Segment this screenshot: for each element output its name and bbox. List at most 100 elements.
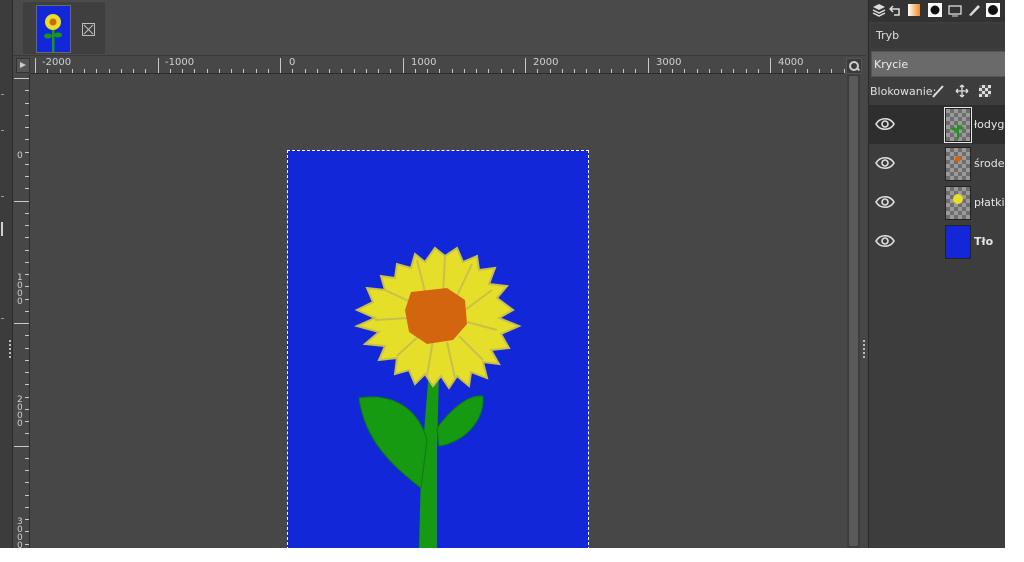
ruler-tick bbox=[25, 507, 29, 508]
mode-select[interactable]: Tryb bbox=[871, 24, 1005, 48]
ruler-tick bbox=[390, 69, 391, 73]
canvas-area[interactable] bbox=[30, 74, 845, 548]
ruler-tick bbox=[109, 69, 110, 73]
ruler-tick bbox=[25, 544, 29, 545]
eye-icon[interactable] bbox=[875, 155, 895, 171]
zoom-icon[interactable] bbox=[846, 58, 862, 74]
ruler-tick bbox=[25, 335, 29, 336]
image-tab-bar bbox=[13, 0, 866, 56]
ruler-tick bbox=[611, 69, 612, 73]
ruler-tick bbox=[807, 69, 808, 73]
quick-mask-toggle[interactable] bbox=[16, 58, 30, 73]
ruler-tick bbox=[47, 69, 48, 73]
ruler-tick bbox=[25, 482, 29, 483]
ruler-label: 1000 bbox=[411, 57, 437, 68]
ruler-tick bbox=[243, 69, 244, 73]
ruler-label: 3000 bbox=[17, 517, 23, 549]
ruler-tick bbox=[819, 69, 820, 73]
layer-row-center[interactable]: środek bbox=[869, 144, 1005, 183]
scrollbar-thumb[interactable] bbox=[849, 76, 858, 546]
layer-thumbnail bbox=[945, 225, 971, 259]
ruler-tick bbox=[378, 69, 379, 73]
layer-name[interactable]: płatki bbox=[974, 196, 1005, 209]
ruler-tick bbox=[145, 69, 146, 73]
image-tab[interactable] bbox=[23, 2, 105, 54]
ruler-tick bbox=[831, 69, 832, 73]
ruler-tick bbox=[207, 69, 208, 73]
ruler-tick bbox=[25, 139, 29, 140]
ruler-tick bbox=[25, 470, 29, 471]
ruler-tick bbox=[464, 69, 465, 73]
ruler-tick bbox=[476, 69, 477, 73]
layer-row-petals[interactable]: płatki bbox=[869, 183, 1005, 222]
ruler-tick bbox=[427, 69, 428, 73]
ruler-tick bbox=[96, 69, 97, 73]
ruler-tick bbox=[672, 69, 673, 73]
vertical-scrollbar[interactable] bbox=[847, 74, 860, 548]
lock-row: Blokowanie: bbox=[869, 82, 1005, 100]
pencil-icon[interactable] bbox=[967, 3, 981, 17]
device-icon[interactable] bbox=[948, 3, 962, 17]
ruler-tick bbox=[25, 421, 29, 422]
ruler-tick bbox=[25, 237, 29, 238]
layer-row-stem[interactable]: łodyga bbox=[869, 105, 1005, 144]
lock-pixels-icon[interactable] bbox=[931, 84, 945, 98]
close-icon[interactable] bbox=[82, 23, 95, 36]
pattern-icon[interactable] bbox=[986, 3, 1000, 17]
image-canvas[interactable] bbox=[287, 150, 589, 548]
layers-dock: Tryb Krycie Blokowanie: łodyg środe płat… bbox=[868, 0, 1005, 548]
ruler-tick bbox=[25, 274, 29, 275]
gradient-icon[interactable] bbox=[907, 3, 921, 17]
sunflower-thumbnail bbox=[36, 5, 71, 53]
ruler-label: 1000 bbox=[17, 273, 23, 307]
toolbox-resize-grip[interactable] bbox=[9, 340, 11, 358]
ruler-tick bbox=[513, 69, 514, 73]
ruler-tick bbox=[550, 69, 551, 73]
ruler-tick bbox=[133, 69, 134, 73]
ruler-tick bbox=[562, 69, 563, 73]
eye-icon[interactable] bbox=[875, 194, 895, 210]
lock-position-icon[interactable] bbox=[955, 84, 969, 98]
ruler-tick bbox=[317, 69, 318, 73]
ruler-tick bbox=[439, 69, 440, 73]
layer-row-background[interactable]: Tło bbox=[869, 222, 1005, 261]
ruler-tick bbox=[25, 433, 29, 434]
ruler-tick bbox=[758, 69, 759, 73]
layer-name[interactable]: łodyga bbox=[974, 118, 1005, 131]
ruler-tick bbox=[25, 458, 29, 459]
ruler-tick bbox=[488, 69, 489, 73]
ruler-tick bbox=[782, 69, 783, 73]
lock-alpha-icon[interactable] bbox=[978, 84, 992, 98]
ruler-tick bbox=[746, 69, 747, 73]
ruler-tick bbox=[415, 69, 416, 73]
ruler-tick bbox=[403, 58, 404, 73]
ruler-tick bbox=[256, 69, 257, 73]
layers-icon[interactable] bbox=[872, 3, 886, 17]
ruler-tick bbox=[121, 69, 122, 73]
ruler-label: 2000 bbox=[17, 395, 23, 429]
horizontal-ruler: -2000 -1000 0 1000 2000 3000 4000 bbox=[30, 57, 845, 74]
layer-name[interactable]: środek bbox=[974, 157, 1005, 170]
ruler-tick bbox=[25, 372, 29, 373]
ruler-tick bbox=[305, 69, 306, 73]
ruler-label: 3000 bbox=[656, 57, 682, 68]
ruler-tick bbox=[599, 69, 600, 73]
brush-icon[interactable] bbox=[928, 3, 942, 17]
ruler-tick bbox=[25, 531, 29, 532]
ruler-tick bbox=[14, 201, 29, 202]
ruler-tick bbox=[25, 409, 29, 410]
opacity-slider[interactable]: Krycie bbox=[871, 51, 1005, 77]
ruler-tick bbox=[194, 69, 195, 73]
dock-resize-grip[interactable] bbox=[863, 340, 865, 358]
undo-history-icon[interactable] bbox=[889, 3, 903, 17]
ruler-tick bbox=[268, 69, 269, 73]
layer-name[interactable]: Tło bbox=[974, 235, 993, 248]
ruler-tick bbox=[14, 78, 29, 79]
eye-icon[interactable] bbox=[875, 116, 895, 132]
ruler-tick bbox=[341, 69, 342, 73]
ruler-tick bbox=[25, 299, 29, 300]
ruler-tick bbox=[697, 69, 698, 73]
eye-icon[interactable] bbox=[875, 233, 895, 249]
ruler-tick bbox=[25, 90, 29, 91]
ruler-tick bbox=[844, 69, 845, 73]
